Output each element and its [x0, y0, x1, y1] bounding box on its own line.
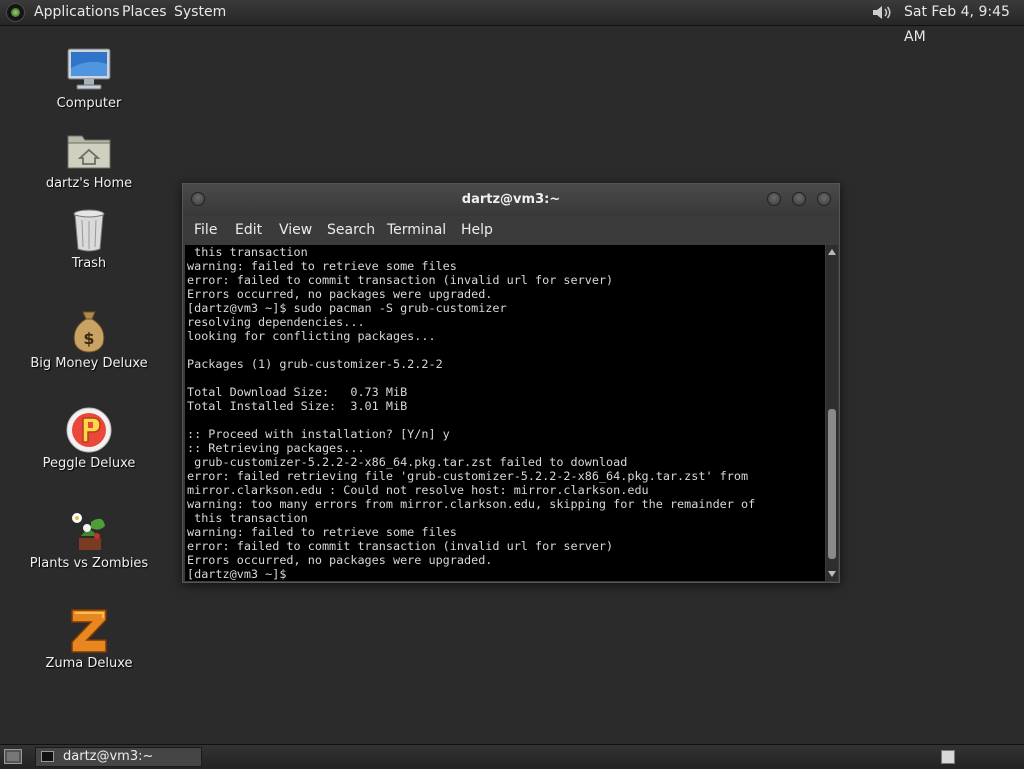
menu-view[interactable]: View — [279, 216, 312, 244]
trash-icon — [73, 209, 105, 252]
terminal-line: warning: too many errors from mirror.cla… — [187, 497, 756, 511]
volume-icon[interactable] — [871, 3, 895, 22]
terminal-line: error: failed to commit transaction (inv… — [187, 539, 614, 553]
terminal-line: warning: failed to retrieve some files — [187, 525, 457, 539]
menu-help[interactable]: Help — [461, 216, 493, 244]
zuma-icon — [71, 609, 107, 653]
desktop-icon-plants-vs-zombies[interactable]: Plants vs Zombies — [24, 506, 154, 576]
terminal-menubar: File Edit View Search Terminal Help — [183, 216, 839, 244]
terminal-line: [dartz@vm3 ~]$ — [187, 567, 294, 581]
desktop-icon-label: dartz's Home — [45, 176, 133, 191]
desktop-icon-label: Trash — [71, 256, 107, 271]
scrollbar-thumb[interactable] — [828, 409, 836, 560]
plants-vs-zombies-icon — [72, 513, 105, 550]
desktop-icon-big-money[interactable]: $ Big Money Deluxe — [24, 306, 154, 376]
terminal-line: Packages (1) grub-customizer-5.2.2-2 — [187, 357, 443, 371]
scroll-up-arrow-icon[interactable] — [828, 249, 836, 255]
terminal-line: Errors occurred, no packages were upgrad… — [187, 553, 493, 567]
window-titlebar[interactable]: dartz@vm3:~ — [183, 184, 839, 216]
terminal-line: this transaction — [187, 245, 308, 259]
desktop-icon-label: Computer — [56, 96, 122, 111]
menu-edit[interactable]: Edit — [235, 216, 262, 244]
system-menu[interactable]: System — [174, 0, 226, 25]
terminal-icon — [41, 751, 54, 762]
desktop-icon-peggle[interactable]: Peggle Deluxe — [24, 406, 154, 476]
terminal-line: looking for conflicting packages... — [187, 329, 436, 343]
terminal-line: Total Download Size: 0.73 MiB — [187, 385, 408, 399]
window-title: dartz@vm3:~ — [461, 192, 561, 207]
menu-file[interactable]: File — [194, 216, 217, 244]
clock[interactable]: Sat Feb 4, 9:45 AM — [904, 0, 1024, 50]
show-desktop-icon[interactable] — [4, 749, 22, 764]
distro-logo-icon[interactable] — [6, 3, 25, 22]
taskbar-button-label: dartz@vm3:~ — [63, 749, 154, 764]
scroll-down-arrow-icon[interactable] — [828, 571, 836, 577]
terminal-line: grub-customizer-5.2.2-2-x86_64.pkg.tar.z… — [187, 455, 628, 469]
terminal-line: Errors occurred, no packages were upgrad… — [187, 287, 493, 301]
terminal-line: [dartz@vm3 ~]$ sudo pacman -S grub-custo… — [187, 301, 507, 315]
terminal-window: dartz@vm3:~ File Edit View Search Termin… — [182, 183, 840, 583]
desktop-icon-computer[interactable]: Computer — [24, 46, 154, 116]
terminal-line: resolving dependencies... — [187, 315, 365, 329]
top-panel: Applications Places System Sat Feb 4, 9:… — [0, 0, 1024, 45]
terminal-line: warning: failed to retrieve some files — [187, 259, 457, 273]
desktop-icon-label: Big Money Deluxe — [30, 356, 148, 371]
home-folder-icon — [67, 135, 111, 169]
terminal-line: Total Installed Size: 3.01 MiB — [187, 399, 408, 413]
menu-terminal[interactable]: Terminal — [387, 216, 446, 244]
desktop-icon-label: Zuma Deluxe — [45, 656, 133, 671]
desktop-icon-trash[interactable]: Trash — [24, 206, 154, 276]
terminal-line: error: failed to commit transaction (inv… — [187, 273, 614, 287]
terminal-line: this transaction — [187, 511, 308, 525]
desktop-icon-label: Peggle Deluxe — [42, 456, 136, 471]
computer-icon — [67, 48, 111, 90]
taskbar-button-terminal[interactable]: dartz@vm3:~ — [35, 747, 202, 767]
maximize-button[interactable] — [792, 192, 806, 206]
workspace-switcher[interactable] — [941, 750, 955, 764]
desktop-icon-zuma[interactable]: Zuma Deluxe — [24, 606, 154, 676]
svg-text:$: $ — [83, 329, 94, 348]
minimize-button[interactable] — [767, 192, 781, 206]
desktop-icon-label: Plants vs Zombies — [29, 556, 149, 571]
terminal-output[interactable]: this transaction warning: failed to retri… — [185, 245, 825, 581]
peggle-icon — [66, 407, 112, 453]
desktop-icon-home[interactable]: dartz's Home — [24, 126, 154, 196]
places-menu[interactable]: Places — [122, 0, 167, 25]
money-bag-icon: $ — [73, 311, 105, 353]
close-button[interactable] — [817, 192, 831, 206]
terminal-line: mirror.clarkson.edu : Could not resolve … — [187, 483, 649, 497]
menu-search[interactable]: Search — [327, 216, 375, 244]
terminal-line: error: failed retrieving file 'grub-cust… — [187, 469, 749, 483]
applications-menu[interactable]: Applications — [34, 0, 120, 25]
terminal-line: :: Proceed with installation? [Y/n] y — [187, 427, 450, 441]
terminal-scrollbar[interactable] — [826, 245, 838, 581]
terminal-line: :: Retrieving packages... — [187, 441, 365, 455]
bottom-panel: dartz@vm3:~ — [0, 744, 1024, 769]
